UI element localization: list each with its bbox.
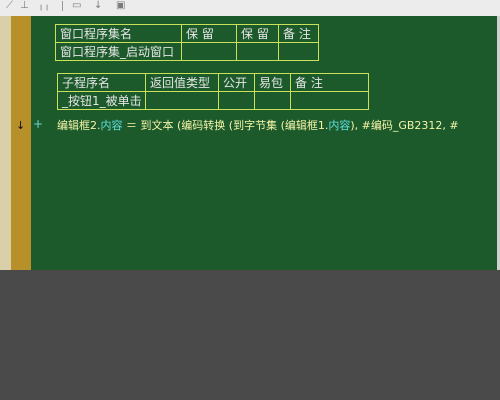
header-cell: 备 注 [278, 24, 319, 43]
header-cell: 返回值类型 [145, 73, 219, 92]
reserved-cell[interactable] [181, 42, 237, 61]
header-cell: 易包 [254, 73, 291, 92]
subroutine-name-cell[interactable]: _按钮1_被单击 [57, 91, 146, 110]
code-property: 内容 [100, 119, 123, 132]
download-icon[interactable]: ↓ [94, 0, 102, 11]
fold-icon[interactable]: ⊥ [20, 0, 29, 11]
code-editor[interactable]: 窗口程序集名 保 留 保 留 备 注 窗口程序集_启动窗口 子程序名 返回值类型… [0, 16, 500, 270]
header-cell: 备 注 [290, 73, 369, 92]
code-token: ), #编码_GB2312, # [350, 119, 459, 132]
table-row[interactable]: _按钮1_被单击 [57, 91, 369, 110]
toolbar: ⟋ ⊥ ╷╷ ▭ ↓ ▣ [0, 0, 500, 17]
current-line-arrow-icon: ↓ [16, 119, 26, 132]
line-gutter[interactable] [11, 16, 31, 270]
table-row[interactable]: 窗口程序集_启动窗口 [55, 42, 319, 61]
editor-left-margin [0, 16, 11, 270]
code-token: 编辑框2. [57, 119, 101, 132]
remark-cell[interactable] [278, 42, 319, 61]
header-cell: 保 留 [236, 24, 279, 43]
subroutine-table: 子程序名 返回值类型 公开 易包 备 注 _按钮1_被单击 [57, 73, 369, 110]
save-icon[interactable]: ▣ [116, 0, 125, 11]
table-header-row: 窗口程序集名 保 留 保 留 备 注 [55, 24, 319, 43]
header-cell: 子程序名 [57, 73, 146, 92]
assembly-name-cell[interactable]: 窗口程序集_启动窗口 [55, 42, 182, 61]
header-cell: 窗口程序集名 [55, 24, 182, 43]
expand-plus-icon[interactable]: + [33, 117, 43, 131]
reserved-cell[interactable] [236, 42, 279, 61]
code-line[interactable]: 编辑框2.内容 ＝ 到文本 (编码转换 (到字节集 (编辑框1.内容), #编码… [57, 118, 459, 134]
easy-package-cell[interactable] [254, 91, 291, 110]
return-type-cell[interactable] [145, 91, 219, 110]
code-token: ＝ 到文本 (编码转换 (到字节集 (编辑框1. [122, 119, 329, 132]
table-header-row: 子程序名 返回值类型 公开 易包 备 注 [57, 73, 369, 92]
window-icon[interactable]: ▭ [72, 0, 81, 11]
edit-icon[interactable]: ⟋ [6, 0, 13, 11]
public-cell[interactable] [218, 91, 255, 110]
header-cell: 公开 [218, 73, 255, 92]
window-assembly-table: 窗口程序集名 保 留 保 留 备 注 窗口程序集_启动窗口 [55, 24, 319, 61]
header-cell: 保 留 [181, 24, 237, 43]
code-property: 内容 [328, 119, 351, 132]
remark-cell[interactable] [290, 91, 369, 110]
toolbar-separator [62, 1, 63, 11]
align-icon[interactable]: ╷╷ [38, 0, 50, 11]
